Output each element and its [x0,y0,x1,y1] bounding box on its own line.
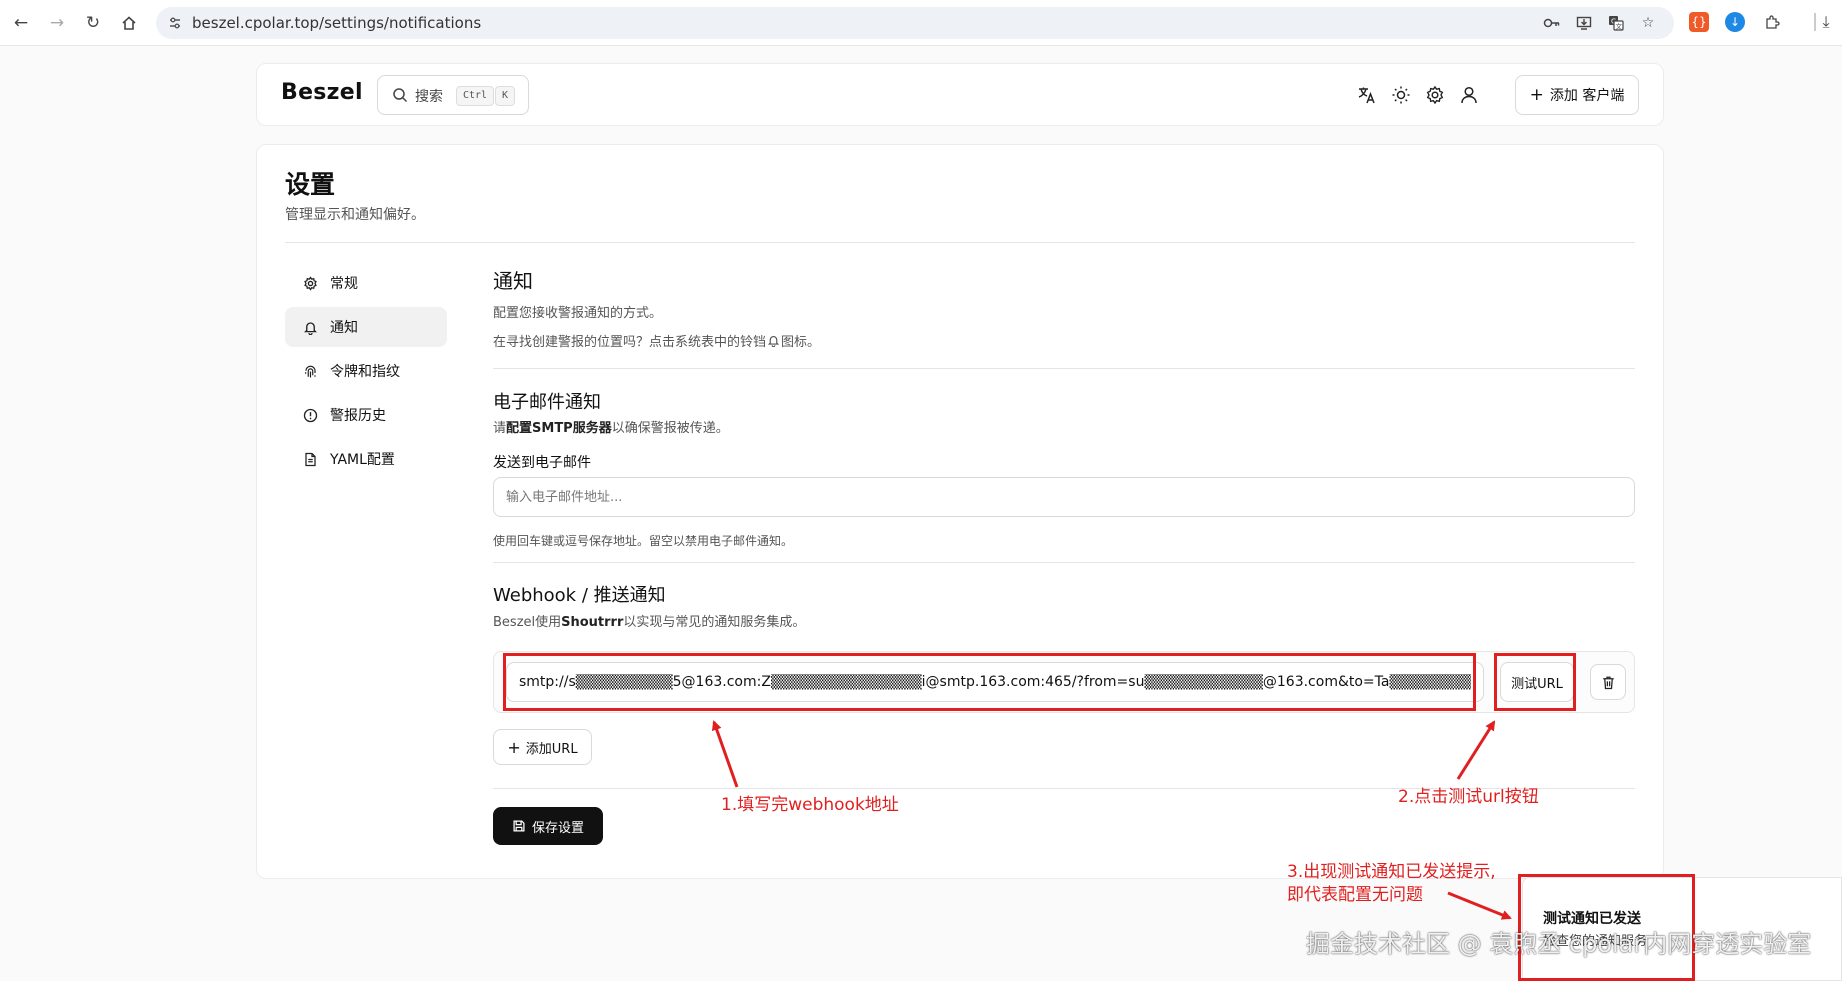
search-label: 搜索 [415,89,443,105]
sidebar-item-yaml[interactable]: YAML配置 [285,439,447,479]
file-icon [302,451,318,467]
sidebar-item-label: 警报历史 [330,408,386,424]
shoutrrr-link[interactable]: Shoutrrr [561,615,623,630]
plus-icon: + [1529,85,1544,105]
add-client-label: 添加 客户端 [1549,88,1625,104]
watermark: 掘金技术社区 @ 袁煦丞 cpolar内网穿透实验室 [1306,930,1812,958]
bookmark-star-icon[interactable]: ☆ [1638,13,1658,33]
webhook-desc-pre: Beszel使用 [493,615,562,630]
forward-icon[interactable]: → [45,11,69,35]
search-icon [393,88,408,103]
gear-icon [302,275,318,291]
fingerprint-icon [302,363,318,379]
webhook-section-desc: Beszel使用Shoutrrr以实现与常见的通知服务集成。 [493,611,805,630]
sidebar-item-label: 常规 [330,276,358,292]
theme-sun-icon[interactable] [1389,83,1413,107]
configure-smtp-link[interactable]: 配置SMTP服务器 [506,421,612,436]
annotation-step3-line1: 3.出现测试通知已发送提示, [1287,862,1496,882]
notifications-title: 通知 [493,269,533,293]
annotation-step3-line2: 即代表配置无问题 [1287,885,1423,905]
downloads-icon[interactable]: ⤓ [1816,12,1836,32]
extension-download-icon[interactable]: ↓ [1725,12,1745,32]
user-icon[interactable] [1457,83,1481,107]
settings-gear-icon[interactable] [1423,83,1447,107]
delete-url-button[interactable] [1590,664,1626,700]
alert-circle-icon [302,407,318,423]
section-divider [493,562,1635,563]
sidebar-item-label: 令牌和指纹 [330,364,400,380]
annotation-step2: 2.点击测试url按钮 [1398,787,1539,807]
email-field[interactable] [493,477,1635,517]
kbd-ctrl: Ctrl [456,86,495,106]
extension-icon[interactable]: {} [1689,12,1709,32]
reload-icon[interactable]: ↻ [81,11,105,35]
browser-toolbar: ← → ↻ beszel.cpolar.top/settings/notific… [0,0,1842,46]
address-bar[interactable]: beszel.cpolar.top/settings/notifications… [156,7,1674,39]
plus-icon: + [507,737,521,757]
bell-inline-icon [767,336,780,347]
page-title: 设置 [285,170,336,199]
svg-text:文: 文 [1616,22,1623,31]
email-hint: 使用回车键或逗号保存地址。留空以禁用电子邮件通知。 [493,534,794,548]
annotation-box-test [1494,653,1576,711]
email-section-title: 电子邮件通知 [493,392,601,413]
save-icon [513,820,525,832]
hint-text-post: 图标。 [781,335,821,350]
hint-text-pre: 在寻找创建警报的位置吗？点击系统表中的铃铛 [493,335,767,350]
notifications-hint: 在寻找创建警报的位置吗？点击系统表中的铃铛 图标。 [493,331,820,350]
add-url-button[interactable]: + 添加URL [493,729,592,765]
annotation-step1: 1.填写完webhook地址 [721,795,899,815]
url-text[interactable]: beszel.cpolar.top/settings/notifications [192,14,481,32]
email-desc-post: 以确保警报被传递。 [611,421,729,436]
header-divider [285,242,1635,243]
add-client-button[interactable]: + 添加 客户端 [1515,75,1639,115]
email-input[interactable] [494,478,1634,516]
kbd-k: K [495,86,516,106]
sidebar-item-general[interactable]: 常规 [285,263,447,303]
sidebar-item-alert-history[interactable]: 警报历史 [285,395,447,435]
section-divider [493,368,1635,369]
sidebar-item-notifications[interactable]: 通知 [285,307,447,347]
email-field-label: 发送到电子邮件 [493,455,591,471]
email-section-desc: 请配置SMTP服务器以确保警报被传递。 [493,417,729,436]
save-settings-label: 保存设置 [531,820,584,836]
install-app-icon[interactable] [1574,13,1594,33]
app-header: Beszel 搜索 Ctrl K + 添加 客户端 [256,63,1664,126]
email-desc-pre: 请 [493,421,507,436]
save-settings-button[interactable]: 保存设置 [493,807,603,845]
settings-card: 设置 管理显示和通知偏好。 常规 通知 令牌和指纹 警报历史 YAML配置 通知… [256,144,1664,879]
language-icon[interactable] [1355,83,1379,107]
site-settings-icon[interactable] [166,14,184,32]
translate-page-icon[interactable]: G文 [1606,13,1626,33]
webhook-section-title: Webhook / 推送通知 [493,585,666,606]
sidebar-item-label: 通知 [330,320,358,336]
page-subtitle: 管理显示和通知偏好。 [285,207,425,223]
webhook-desc-post: 以实现与常见的通知服务集成。 [623,615,806,630]
trash-icon [1602,676,1614,689]
app-logo[interactable]: Beszel [281,80,363,105]
add-url-label: 添加URL [525,741,578,757]
key-icon[interactable] [1542,13,1562,33]
annotation-box-url [503,653,1476,711]
bell-icon [302,319,318,335]
search-button[interactable]: 搜索 Ctrl K [377,75,529,115]
home-icon[interactable] [117,11,141,35]
sidebar-item-tokens[interactable]: 令牌和指纹 [285,351,447,391]
sidebar-item-label: YAML配置 [330,452,395,468]
back-icon[interactable]: ← [9,11,33,35]
notifications-desc: 配置您接收警报通知的方式。 [493,306,663,321]
extensions-puzzle-icon[interactable] [1762,12,1782,32]
arrow-step3 [1447,891,1512,920]
